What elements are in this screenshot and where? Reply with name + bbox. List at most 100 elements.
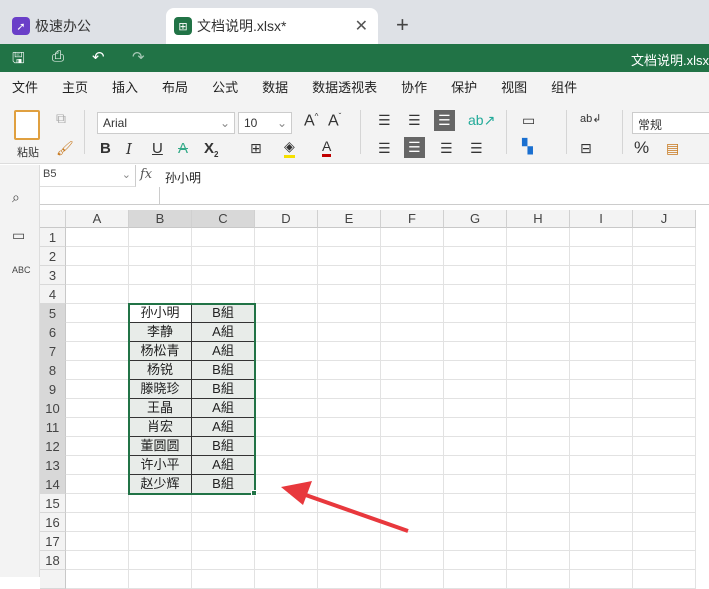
row-header[interactable]: 10 (40, 399, 66, 418)
empty-cell[interactable] (633, 494, 696, 513)
empty-cell[interactable] (318, 437, 381, 456)
column-header[interactable]: H (507, 210, 570, 228)
empty-cell[interactable] (66, 285, 129, 304)
empty-cell[interactable] (507, 361, 570, 380)
justify-icon[interactable]: ☰ (470, 140, 483, 157)
merge-cells-icon[interactable]: ⊟ (580, 140, 592, 157)
align-center-icon[interactable]: ☰ (404, 137, 425, 158)
cell[interactable]: 赵少辉 (129, 475, 192, 494)
empty-cell[interactable] (66, 304, 129, 323)
strikethrough-icon[interactable]: A (178, 140, 188, 157)
empty-cell[interactable] (444, 513, 507, 532)
close-icon[interactable]: ✕ (355, 16, 368, 36)
row-header[interactable]: 13 (40, 456, 66, 475)
menu-item[interactable]: 协作 (401, 77, 427, 96)
subscript-icon[interactable]: X2 (204, 140, 218, 159)
fill-color-icon[interactable]: ◈ (284, 138, 295, 158)
empty-cell[interactable] (444, 456, 507, 475)
empty-cell[interactable] (633, 551, 696, 570)
empty-cell[interactable] (507, 570, 570, 589)
empty-cell[interactable] (633, 513, 696, 532)
empty-cell[interactable] (318, 323, 381, 342)
row-header[interactable]: 6 (40, 323, 66, 342)
empty-cell[interactable] (318, 570, 381, 589)
cell[interactable]: 肖宏 (129, 418, 192, 437)
empty-cell[interactable] (570, 418, 633, 437)
conditional-format-icon[interactable]: ▚ (522, 138, 533, 155)
row-header[interactable]: 12 (40, 437, 66, 456)
empty-cell[interactable] (444, 228, 507, 247)
empty-cell[interactable] (444, 380, 507, 399)
align-bottom-icon[interactable]: ☰ (434, 110, 455, 131)
cell[interactable]: 杨松青 (129, 342, 192, 361)
percent-button[interactable]: % (634, 138, 649, 158)
empty-cell[interactable] (192, 494, 255, 513)
empty-cell[interactable] (570, 323, 633, 342)
empty-cell[interactable] (255, 532, 318, 551)
empty-cell[interactable] (444, 399, 507, 418)
menu-item[interactable]: 公式 (212, 77, 238, 96)
empty-cell[interactable] (255, 475, 318, 494)
empty-cell[interactable] (633, 418, 696, 437)
spellcheck-icon[interactable]: ABC (12, 265, 31, 275)
empty-cell[interactable] (633, 266, 696, 285)
empty-cell[interactable] (381, 285, 444, 304)
empty-cell[interactable] (129, 266, 192, 285)
empty-cell[interactable] (633, 380, 696, 399)
cell[interactable]: A組 (192, 456, 255, 475)
cell[interactable]: 孙小明 (129, 304, 192, 323)
empty-cell[interactable] (318, 285, 381, 304)
empty-cell[interactable] (444, 494, 507, 513)
cell[interactable]: 王晶 (129, 399, 192, 418)
empty-cell[interactable] (507, 494, 570, 513)
formula-input[interactable]: 孙小明 (165, 169, 201, 186)
empty-cell[interactable] (444, 418, 507, 437)
empty-cell[interactable] (444, 247, 507, 266)
empty-cell[interactable] (570, 532, 633, 551)
empty-cell[interactable] (255, 437, 318, 456)
empty-cell[interactable] (192, 532, 255, 551)
new-tab-button[interactable]: + (396, 12, 409, 38)
row-header[interactable]: 17 (40, 532, 66, 551)
decrease-font-icon[interactable]: Aˇ (328, 112, 341, 130)
empty-cell[interactable] (318, 247, 381, 266)
empty-cell[interactable] (444, 266, 507, 285)
empty-cell[interactable] (570, 513, 633, 532)
column-header[interactable]: G (444, 210, 507, 228)
menu-item[interactable]: 数据透视表 (312, 77, 377, 96)
empty-cell[interactable] (318, 418, 381, 437)
comment-icon[interactable]: ▭ (12, 227, 25, 244)
empty-cell[interactable] (570, 437, 633, 456)
empty-cell[interactable] (633, 285, 696, 304)
italic-icon[interactable]: I (126, 140, 132, 158)
empty-cell[interactable] (66, 228, 129, 247)
column-header[interactable]: I (570, 210, 633, 228)
cell[interactable]: B組 (192, 475, 255, 494)
empty-cell[interactable] (633, 342, 696, 361)
empty-cell[interactable] (507, 247, 570, 266)
empty-cell[interactable] (507, 342, 570, 361)
empty-cell[interactable] (381, 513, 444, 532)
row-header[interactable]: 9 (40, 380, 66, 399)
empty-cell[interactable] (255, 551, 318, 570)
empty-cell[interactable] (66, 399, 129, 418)
empty-cell[interactable] (633, 323, 696, 342)
empty-cell[interactable] (507, 418, 570, 437)
empty-cell[interactable] (633, 570, 696, 589)
cell[interactable]: B組 (192, 304, 255, 323)
align-top-icon[interactable]: ☰ (378, 112, 391, 129)
empty-cell[interactable] (381, 228, 444, 247)
empty-cell[interactable] (129, 532, 192, 551)
wrap-text-icon[interactable]: ab↲ (580, 112, 601, 125)
empty-cell[interactable] (255, 456, 318, 475)
empty-cell[interactable] (66, 437, 129, 456)
empty-cell[interactable] (318, 342, 381, 361)
empty-cell[interactable] (444, 551, 507, 570)
row-header[interactable]: 4 (40, 285, 66, 304)
empty-cell[interactable] (507, 551, 570, 570)
select-all-corner[interactable] (40, 210, 66, 228)
copy-icon[interactable]: ⧉ (56, 110, 66, 127)
menu-item[interactable]: 保护 (451, 77, 477, 96)
empty-cell[interactable] (570, 228, 633, 247)
empty-cell[interactable] (255, 266, 318, 285)
